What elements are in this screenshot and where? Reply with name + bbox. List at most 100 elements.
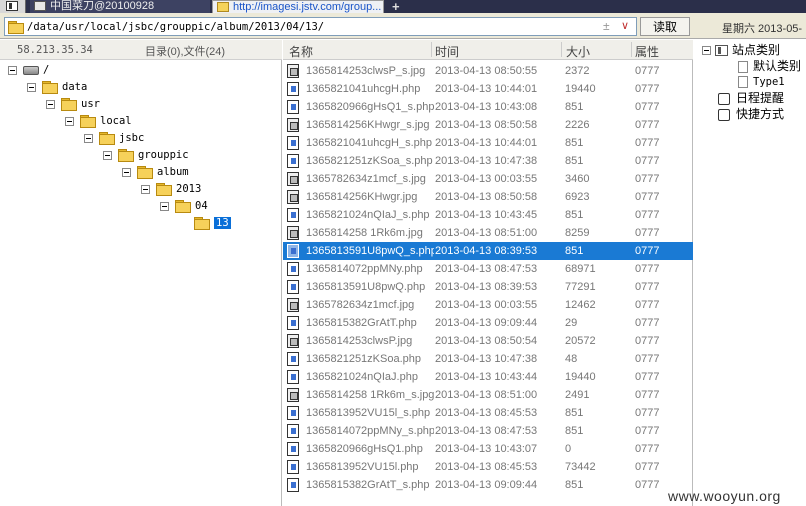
schedule-node[interactable]: 日程提醒 <box>718 90 784 106</box>
php-file-icon <box>287 154 299 168</box>
file-time: 2013-04-13 08:50:58 <box>435 119 538 131</box>
folder-icon <box>217 2 229 12</box>
column-divider[interactable] <box>561 42 562 57</box>
file-size: 20572 <box>565 335 596 347</box>
php-file-icon <box>287 316 299 330</box>
file-attr: 0777 <box>635 101 660 113</box>
file-row[interactable]: 1365814072ppMNy_s.php 2013-04-13 08:47:53… <box>283 422 693 440</box>
file-row[interactable]: 1365814253clwsP_s.jpg 2013-04-13 08:50:55… <box>283 62 693 80</box>
tree-node[interactable]: usr <box>46 96 100 113</box>
file-row[interactable]: 1365814072ppMNy.php 2013-04-13 08:47:53 68… <box>283 260 693 278</box>
file-size: 851 <box>565 479 584 491</box>
file-size: 19440 <box>565 371 596 383</box>
file-size: 2226 <box>565 119 590 131</box>
collapse-icon[interactable] <box>46 99 55 109</box>
file-time: 2013-04-13 08:47:53 <box>435 425 538 437</box>
collapse-icon[interactable] <box>160 201 169 211</box>
tree-node[interactable]: data <box>27 79 87 96</box>
file-name: 1365821041uhcgH.php <box>306 83 421 95</box>
tree-node[interactable]: grouppic <box>103 147 189 164</box>
file-row[interactable]: 1365815382GrAtT.php 2013-04-13 09:09:44 29… <box>283 314 693 332</box>
file-row[interactable]: 1365813591U8pwQ_s.php 2013-04-13 08:39:53… <box>283 242 693 260</box>
file-row[interactable]: 1365820966gHsQ1.php 2013-04-13 10:43:07 0 0… <box>283 440 693 458</box>
collapse-icon[interactable] <box>103 150 112 160</box>
default-category-node[interactable]: 默认类别 <box>738 58 801 74</box>
home-tab-button[interactable] <box>0 0 26 13</box>
add-tab-button[interactable]: + <box>392 0 400 13</box>
file-time: 2013-04-13 08:51:00 <box>435 227 538 239</box>
file-attr: 0777 <box>635 425 660 437</box>
tree-header: 58.213.35.34 目录(0),文件(24) <box>0 40 282 60</box>
dir-file-count: 目录(0),文件(24) <box>145 46 226 58</box>
tree-node[interactable]: jsbc <box>84 130 144 147</box>
file-row[interactable]: 1365821024nQIaJ.php 2013-04-13 10:43:44 19… <box>283 368 693 386</box>
collapse-icon[interactable] <box>702 46 711 56</box>
tree-node[interactable]: album <box>122 164 189 181</box>
file-row[interactable]: 1365813952VU15l_s.php 2013-04-13 08:45:53… <box>283 404 693 422</box>
file-attr: 0777 <box>635 407 660 419</box>
tab-caidao[interactable]: 中国菜刀@20100928 <box>30 0 210 13</box>
file-row[interactable]: 1365814256KHwgr_s.jpg 2013-04-13 08:50:58… <box>283 116 693 134</box>
file-row[interactable]: 1365814258 1Rk6m.jpg 2013-04-13 08:51:00 8… <box>283 224 693 242</box>
path-input[interactable]: /data/usr/local/jsbc/grouppic/album/2013… <box>4 17 637 36</box>
shortcuts-node[interactable]: 快捷方式 <box>718 106 784 122</box>
file-row[interactable]: 1365814256KHwgr.jpg 2013-04-13 08:50:58 69… <box>283 188 693 206</box>
file-size: 851 <box>565 407 584 419</box>
column-time[interactable]: 时间 <box>435 43 459 60</box>
file-name: 1365814256KHwgr_s.jpg <box>306 119 430 131</box>
file-row[interactable]: 1365820966gHsQ1_s.php 2013-04-13 10:43:08… <box>283 98 693 116</box>
collapse-icon[interactable] <box>27 82 36 92</box>
file-row[interactable]: 1365814253clwsP.jpg 2013-04-13 08:50:54 20… <box>283 332 693 350</box>
column-divider[interactable] <box>431 42 432 57</box>
php-file-icon <box>287 208 299 222</box>
site-category-node[interactable]: 站点类别 <box>702 42 780 58</box>
file-row[interactable]: 1365821024nQIaJ_s.php 2013-04-13 10:43:45… <box>283 206 693 224</box>
tab-imagesi[interactable]: http://imagesi.jstv.com/group... <box>212 0 384 13</box>
folder-icon <box>42 81 58 94</box>
address-toolbar: /data/usr/local/jsbc/grouppic/album/2013… <box>0 13 806 39</box>
file-row[interactable]: 1365813591U8pwQ.php 2013-04-13 08:39:53 77… <box>283 278 693 296</box>
file-row[interactable]: 1365821041uhcgH_s.php 2013-04-13 10:44:01… <box>283 134 693 152</box>
tree-node[interactable]: 2013 <box>141 181 201 198</box>
folder-icon <box>137 166 153 179</box>
read-button[interactable]: 读取 <box>640 17 690 36</box>
file-attr: 0777 <box>635 389 660 401</box>
chevron-down-icon[interactable]: ∨ <box>621 19 629 32</box>
collapse-icon[interactable] <box>84 133 93 143</box>
file-row[interactable]: 1365821041uhcgH.php 2013-04-13 10:44:01 19… <box>283 80 693 98</box>
file-attr: 0777 <box>635 299 660 311</box>
column-attr[interactable]: 属性 <box>635 43 659 60</box>
file-time: 2013-04-13 10:43:08 <box>435 101 538 113</box>
file-size: 851 <box>565 101 584 113</box>
tree-node[interactable]: 13 <box>194 215 231 232</box>
file-row[interactable]: 1365782634z1mcf_s.jpg 2013-04-13 00:03:55… <box>283 170 693 188</box>
file-name: 1365814072ppMNy_s.php <box>306 425 434 437</box>
tab-label: 中国菜刀@20100928 <box>50 0 155 12</box>
file-attr: 0777 <box>635 263 660 275</box>
file-row[interactable]: 1365821251zKSoa_s.php 2013-04-13 10:47:38… <box>283 152 693 170</box>
tree-node[interactable]: 04 <box>160 198 208 215</box>
file-row[interactable]: 1365782634z1mcf.jpg 2013-04-13 00:03:55 12… <box>283 296 693 314</box>
plus-minus-icon[interactable]: ± <box>603 19 610 33</box>
file-attr: 0777 <box>635 461 660 473</box>
collapse-icon[interactable] <box>122 167 131 177</box>
collapse-icon[interactable] <box>65 116 74 126</box>
server-ip: 58.213.35.34 <box>17 44 93 56</box>
file-attr: 0777 <box>635 227 660 239</box>
column-size[interactable]: 大小 <box>566 43 590 60</box>
column-divider[interactable] <box>631 42 632 57</box>
file-row[interactable]: 1365814258 1Rk6m_s.jpg 2013-04-13 08:51:0… <box>283 386 693 404</box>
type1-node[interactable]: Type1 <box>738 74 785 90</box>
file-name: 1365821024nQIaJ_s.php <box>306 209 430 221</box>
file-row[interactable]: 1365815382GrAtT_s.php 2013-04-13 09:09:44… <box>283 476 693 494</box>
file-name: 1365821251zKSoa_s.php <box>306 155 433 167</box>
collapse-icon[interactable] <box>141 184 150 194</box>
column-name[interactable]: 名称 <box>289 43 313 60</box>
collapse-icon[interactable] <box>8 65 17 75</box>
tree-node[interactable]: / <box>8 62 49 79</box>
file-row[interactable]: 1365821251zKSoa.php 2013-04-13 10:47:38 48… <box>283 350 693 368</box>
file-row[interactable]: 1365813952VU15l.php 2013-04-13 08:45:53 73… <box>283 458 693 476</box>
tree-node[interactable]: local <box>65 113 132 130</box>
file-size: 2372 <box>565 65 590 77</box>
file-time: 2013-04-13 10:43:45 <box>435 209 538 221</box>
